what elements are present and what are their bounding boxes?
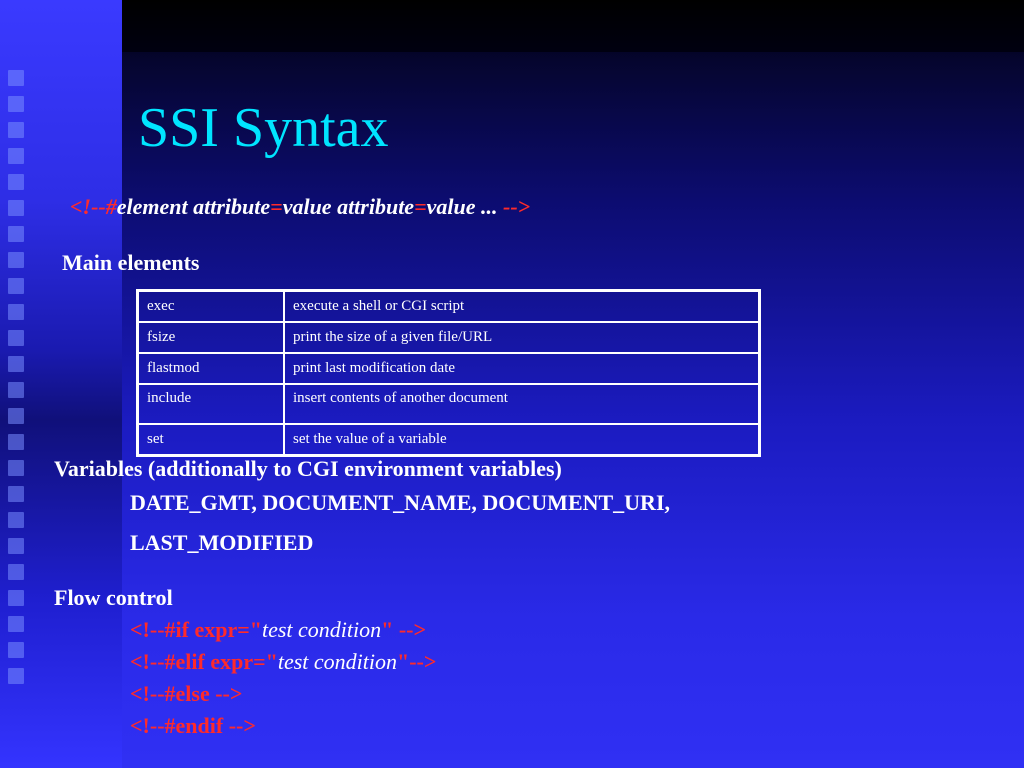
table-row: set set the value of a variable [136,423,761,457]
flow-control-label: Flow control [54,585,173,610]
syntax-attr1: attribute [187,194,271,219]
flow-elif-line: <!--#elif expr="test condition"--> [130,649,436,675]
flow-endif-line: <!--#endif --> [130,713,256,738]
decorative-squares [8,70,26,694]
flow-if-condition: test condition [261,617,382,642]
element-name: include [136,383,285,425]
variables-line-2: LAST_MODIFIED [130,530,314,555]
element-description: execute a shell or CGI script [283,289,761,323]
syntax-open: <!--# [70,194,117,219]
slide-title: SSI Syntax [138,97,389,159]
syntax-value2: value ... [426,194,498,219]
main-elements-label: Main elements [62,250,200,275]
table-row: flastmod print last modification date [136,352,761,385]
flow-if-open: <!--#if expr=" [130,617,262,642]
element-description: set the value of a variable [283,423,761,457]
flow-else-line: <!--#else --> [130,681,243,706]
top-decorative-band [122,0,1024,52]
element-name: fsize [136,321,285,354]
element-description: print last modification date [283,352,761,385]
element-name: set [136,423,285,457]
flow-elif-open: <!--#elif expr=" [130,649,278,674]
syntax-close: --> [497,194,531,219]
table-row: fsize print the size of a given file/URL [136,321,761,354]
variables-line-1: DATE_GMT, DOCUMENT_NAME, DOCUMENT_URI, [130,490,671,515]
table-row: include insert contents of another docum… [136,383,761,425]
element-description: print the size of a given file/URL [283,321,761,354]
syntax-element: element [116,194,188,219]
syntax-value1: value attribute [282,194,415,219]
flow-if-close: " --> [381,617,427,642]
element-description: insert contents of another document [283,383,761,425]
table-row: exec execute a shell or CGI script [136,289,761,323]
flow-elif-close: "--> [397,649,437,674]
syntax-eq1: = [270,194,283,219]
flow-elif-condition: test condition [277,649,398,674]
elements-table: exec execute a shell or CGI script fsize… [136,289,761,457]
element-name: exec [136,289,285,323]
syntax-eq2: = [414,194,427,219]
syntax-line: <!--#element attribute=value attribute=v… [70,194,530,220]
flow-if-line: <!--#if expr="test condition" --> [130,617,426,643]
variables-label: Variables (additionally to CGI environme… [54,456,562,481]
element-name: flastmod [136,352,285,385]
